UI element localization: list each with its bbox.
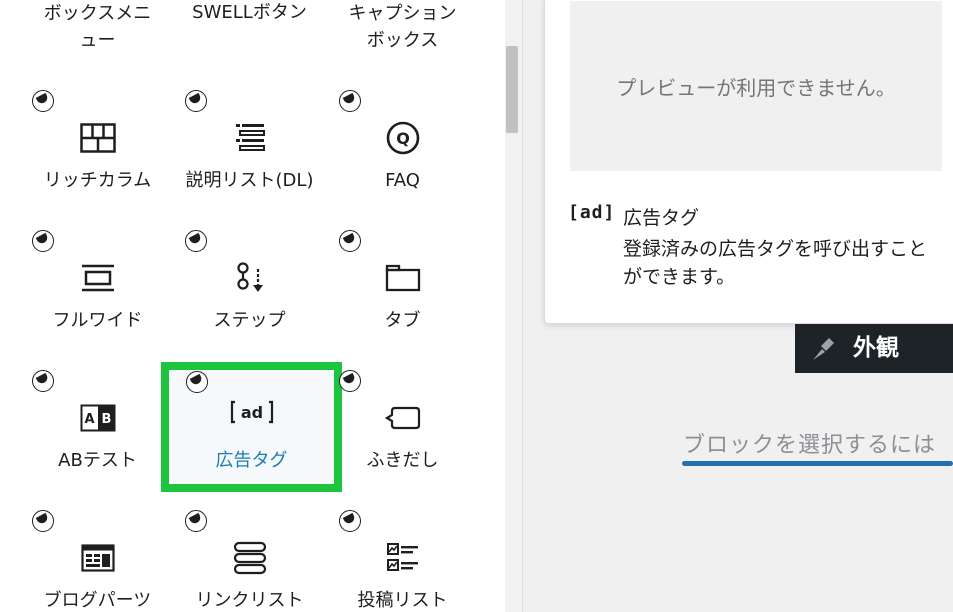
admin-menu-label: 外観: [853, 335, 899, 361]
block-label: 投稿リスト: [357, 590, 448, 611]
block-caption-box[interactable]: キャプション ボックス: [325, 0, 480, 55]
svg-text:Q: Q: [396, 129, 410, 148]
block-label-swell-button: SWELLボタン: [192, 2, 307, 23]
block-faq[interactable]: Q FAQ: [325, 88, 480, 206]
swell-badge-icon: [185, 510, 207, 532]
block-label: FAQ: [385, 170, 420, 191]
inserter-scrollbar[interactable]: [505, 0, 523, 612]
swell-badge-icon: [32, 90, 54, 112]
swell-badge-icon: [339, 90, 361, 112]
preview-area: プレビューが利用できません。: [570, 1, 942, 171]
block-description-list[interactable]: 説明リスト(DL): [172, 88, 327, 206]
block-label: リッチカラム: [43, 170, 152, 191]
tab-icon: [325, 258, 480, 298]
swell-badge-icon: [185, 90, 207, 112]
block-blog-parts[interactable]: ブログパーツ: [20, 508, 175, 612]
hint-underline: [682, 461, 953, 466]
block-label: リンクリスト: [195, 590, 304, 611]
ab-test-icon: AB: [20, 398, 175, 438]
block-label: ふきだし: [366, 450, 439, 471]
preview-description: 登録済みの広告タグを呼び出すことができます。: [623, 238, 928, 288]
swell-badge-icon: [339, 510, 361, 532]
swell-badge-icon: [186, 371, 208, 393]
swell-badge-icon: [339, 370, 361, 392]
select-block-hint: ブロックを選択するには: [683, 433, 937, 458]
preview-title: 広告タグ: [623, 207, 700, 229]
ad-tag-icon: ad: [169, 392, 334, 432]
block-rich-columns[interactable]: リッチカラム: [20, 88, 175, 206]
block-full-wide[interactable]: フルワイド: [20, 228, 175, 346]
ad-tag-icon: [ad]: [568, 202, 616, 223]
block-label-caption-box: キャプション ボックス: [348, 3, 457, 51]
block-box-menu[interactable]: ボックスメニ ュー: [20, 0, 175, 55]
swell-badge-icon: [32, 370, 54, 392]
block-label: ブログパーツ: [43, 590, 152, 611]
swell-badge-icon: [32, 510, 54, 532]
paintbrush-icon: [813, 338, 834, 360]
preview-unavailable-text: プレビューが利用できません。: [616, 75, 896, 100]
svg-text:A: A: [84, 412, 94, 427]
svg-text:ad: ad: [240, 403, 262, 422]
faq-icon: Q: [325, 118, 480, 158]
block-speech-balloon[interactable]: ふきだし: [325, 368, 480, 486]
block-label: ステップ: [213, 310, 286, 331]
block-post-list[interactable]: 投稿リスト: [325, 508, 480, 612]
blog-parts-icon: [20, 538, 175, 578]
description-list-icon: [172, 118, 327, 158]
swell-badge-icon: [339, 230, 361, 252]
post-list-icon: [325, 538, 480, 578]
block-inserter-panel: ボックスメニ ュー SWELLボタン キャプション ボックス リッチカラム 説明リス…: [0, 0, 505, 612]
rich-columns-icon: [20, 118, 175, 158]
admin-menu-appearance[interactable]: 外観: [795, 324, 953, 373]
block-tab[interactable]: タブ: [325, 228, 480, 346]
block-label: ABテスト: [58, 450, 137, 471]
block-label: 説明リスト(DL): [185, 170, 314, 191]
block-label: 広告タグ: [215, 450, 288, 471]
block-preview-popover: プレビューが利用できません。 [ad] 広告タグ 登録済みの広告タグを呼び出すこ…: [544, 0, 953, 324]
link-list-icon: [172, 538, 327, 578]
step-icon: [172, 258, 327, 298]
block-ab-test[interactable]: AB ABテスト: [20, 368, 175, 486]
block-label: フルワイド: [52, 310, 143, 331]
scrollbar-thumb[interactable]: [506, 46, 518, 133]
block-step[interactable]: ステップ: [172, 228, 327, 346]
block-ad-tag[interactable]: ad 広告タグ: [161, 362, 342, 492]
block-label: タブ: [384, 310, 421, 331]
full-wide-icon: [20, 258, 175, 298]
svg-text:B: B: [101, 412, 111, 427]
block-link-list[interactable]: リンクリスト: [172, 508, 327, 612]
block-swell-button[interactable]: SWELLボタン: [172, 0, 327, 23]
block-label-box-menu: ボックスメニ ュー: [43, 3, 152, 51]
speech-balloon-icon: [325, 398, 480, 438]
swell-badge-icon: [185, 230, 207, 252]
swell-badge-icon: [32, 230, 54, 252]
